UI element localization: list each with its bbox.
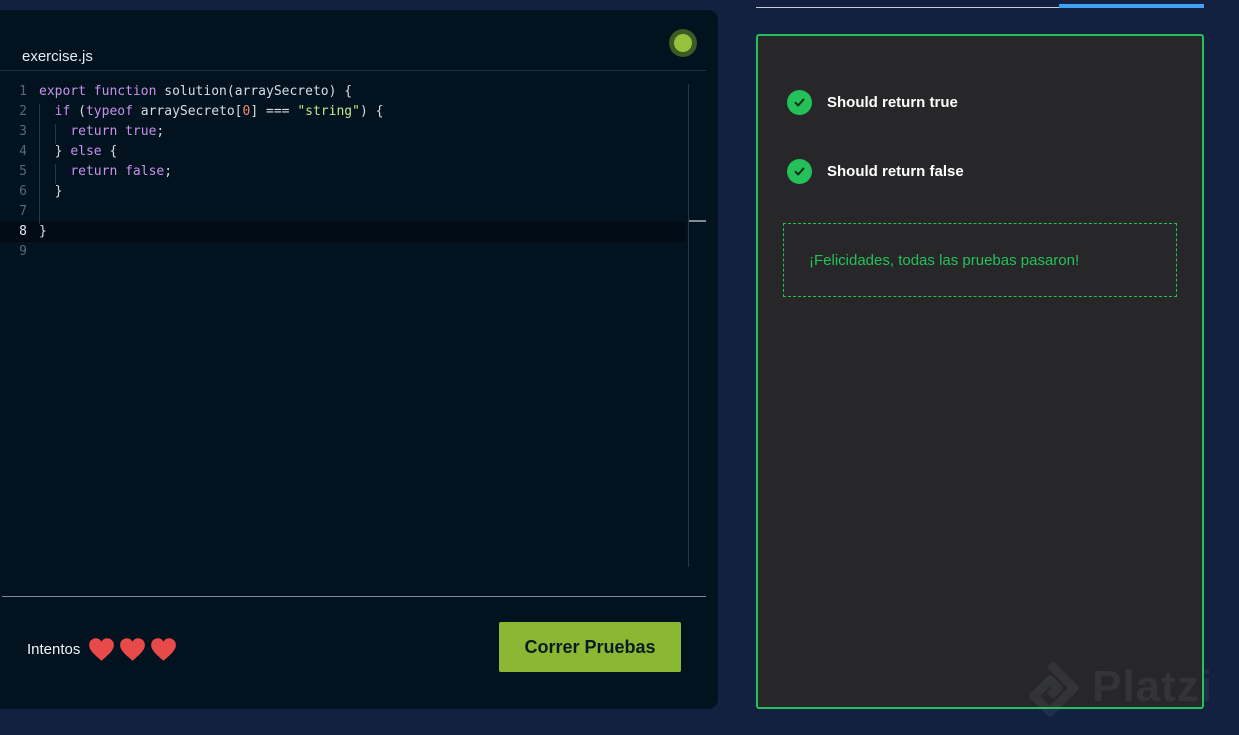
code-line[interactable]: 4 } else { (0, 142, 686, 162)
code-line[interactable]: 6 } (0, 182, 686, 202)
progress-indicator (1059, 4, 1204, 8)
line-number: 8 (19, 224, 27, 239)
test-result-item: Should return true (787, 89, 958, 115)
heart-icon (151, 637, 177, 661)
file-tab[interactable]: exercise.js (22, 48, 93, 65)
tab-divider (0, 70, 706, 71)
attempts: Intentos (27, 634, 177, 664)
code-text[interactable]: return false; (39, 162, 172, 182)
code-text[interactable]: } (39, 222, 47, 242)
hearts (88, 637, 177, 662)
check-circle-icon (787, 158, 812, 184)
code-text[interactable]: if (typeof arraySecreto[0] === "string")… (39, 102, 384, 122)
line-number: 9 (19, 244, 27, 259)
footer-divider (2, 596, 706, 597)
test-label: Should return true (827, 93, 958, 111)
run-tests-button[interactable]: Correr Pruebas (499, 622, 681, 672)
code-text[interactable]: export function solution(arraySecreto) { (39, 82, 352, 102)
line-number: 5 (19, 164, 27, 179)
code-text[interactable]: } (39, 182, 63, 202)
line-number: 3 (19, 124, 27, 139)
code-editor-panel: exercise.js 1 export function solution(ar… (0, 10, 718, 709)
indent-guide (55, 164, 56, 184)
attempts-label: Intentos (27, 640, 81, 658)
scrollbar-cursor-mark (689, 220, 706, 222)
code-line[interactable]: 7 (0, 202, 686, 222)
platzi-watermark: Platzi (1020, 658, 1239, 728)
check-circle-icon (787, 89, 812, 115)
indent-guide (39, 104, 40, 224)
line-number: 7 (19, 204, 27, 219)
code-area[interactable]: 1 export function solution(arraySecreto) … (0, 72, 706, 567)
code-text[interactable]: return true; (39, 122, 164, 142)
code-line[interactable]: 8} (0, 222, 686, 242)
success-message-box: ¡Felicidades, todas las pruebas pasaron! (783, 223, 1177, 297)
status-indicator-icon (669, 29, 697, 57)
indent-guide (55, 124, 56, 144)
test-results-panel: Should return true Should return false ¡F… (756, 34, 1204, 709)
line-number: 4 (19, 144, 27, 159)
success-message: ¡Felicidades, todas las pruebas pasaron! (809, 252, 1080, 269)
line-number: 1 (19, 84, 27, 99)
heart-icon (120, 637, 146, 661)
code-line[interactable]: 1 export function solution(arraySecreto) … (0, 82, 686, 102)
platzi-logo-icon (1029, 660, 1079, 717)
heart-icon (89, 637, 115, 661)
code-line[interactable]: 5 return false; (0, 162, 686, 182)
line-number: 2 (19, 104, 27, 119)
code-text[interactable]: } else { (39, 142, 118, 162)
code-line[interactable]: 2 if (typeof arraySecreto[0] === "string… (0, 102, 686, 122)
scrollbar[interactable] (688, 84, 689, 567)
code-line[interactable]: 9 (0, 242, 686, 262)
test-label: Should return false (827, 162, 964, 180)
line-number: 6 (19, 184, 27, 199)
watermark-text: Platzi (1092, 662, 1213, 711)
code-line[interactable]: 3 return true; (0, 122, 686, 142)
test-result-item: Should return false (787, 158, 964, 184)
